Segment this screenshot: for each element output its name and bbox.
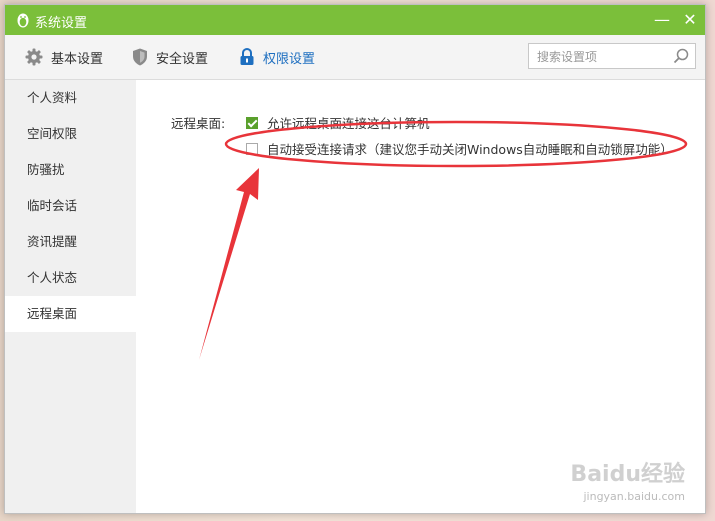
allow-remote-desktop-checkbox[interactable] [246, 116, 258, 129]
penguin-icon [17, 13, 29, 28]
watermark: Baidu经验 jingyan.baidu.com [570, 456, 685, 503]
toolbar: 基本设置 安全设置 权限设置 [5, 35, 705, 80]
auto-accept-checkbox[interactable] [246, 142, 258, 155]
option-label: 允许远程桌面连接这台计算机 [267, 116, 430, 131]
minimize-button[interactable]: — [653, 11, 671, 29]
settings-window: 系统设置 — ✕ 基本设置 安全设置 权限设置 搜索设置项 个人资料 空间权限 … [4, 4, 706, 514]
tab-basic-settings[interactable]: 基本设置 [25, 47, 103, 67]
sidebar-item-news-reminder[interactable]: 资讯提醒 [5, 224, 136, 260]
sidebar-item-temp-session[interactable]: 临时会话 [5, 188, 136, 224]
close-button[interactable]: ✕ [681, 11, 699, 29]
gear-icon [25, 48, 43, 66]
window-title: 系统设置 [35, 16, 88, 31]
search-box[interactable] [528, 43, 696, 69]
search-icon[interactable] [673, 48, 689, 64]
auto-accept-option[interactable]: 自动接受连接请求（建议您手动关闭Windows自动睡眠和自动锁屏功能） [246, 139, 673, 158]
remote-desktop-label: 远程桌面: [171, 116, 226, 131]
title-bar[interactable]: 系统设置 — ✕ [5, 5, 705, 35]
tab-security-settings[interactable]: 安全设置 [132, 47, 208, 67]
sidebar-item-remote-desktop[interactable]: 远程桌面 [5, 296, 136, 332]
tab-permission-settings[interactable]: 权限设置 [239, 47, 315, 67]
tab-label: 基本设置 [51, 51, 104, 67]
tab-label: 权限设置 [263, 51, 316, 67]
option-label: 自动接受连接请求（建议您手动关闭Windows自动睡眠和自动锁屏功能） [267, 142, 673, 157]
search-input[interactable] [535, 47, 669, 67]
sidebar-item-space-permissions[interactable]: 空间权限 [5, 116, 136, 152]
watermark-url: jingyan.baidu.com [583, 490, 685, 503]
sidebar-item-personal-status[interactable]: 个人状态 [5, 260, 136, 296]
sidebar-item-anti-harassment[interactable]: 防骚扰 [5, 152, 136, 188]
lock-icon [240, 48, 254, 65]
allow-remote-desktop-option[interactable]: 允许远程桌面连接这台计算机 [246, 113, 430, 132]
tab-label: 安全设置 [156, 51, 209, 67]
sidebar-item-personal-info[interactable]: 个人资料 [5, 80, 136, 116]
settings-content: 远程桌面: 允许远程桌面连接这台计算机 自动接受连接请求（建议您手动关闭Wind… [136, 80, 705, 513]
sidebar: 个人资料 空间权限 防骚扰 临时会话 资讯提醒 个人状态 远程桌面 [5, 80, 136, 513]
watermark-logo: Baidu经验 [570, 462, 685, 487]
shield-icon [133, 48, 147, 66]
